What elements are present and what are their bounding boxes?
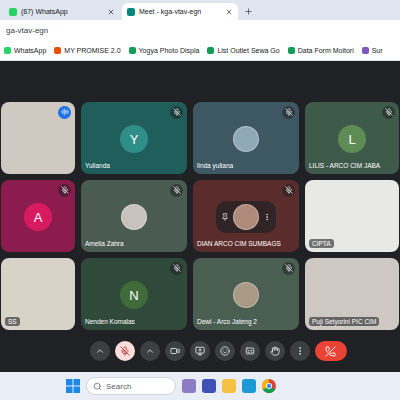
chevron-up-icon xyxy=(145,346,155,356)
participant-name: DIAN ARCO CIM SUMBAGS xyxy=(197,240,281,247)
participant-name: Yulianda xyxy=(85,162,110,169)
audio-options-button[interactable] xyxy=(90,341,110,361)
bookmark-icon xyxy=(362,47,369,54)
participant-tile[interactable]: linda yuliana xyxy=(193,102,299,174)
bookmark[interactable]: Data Form Moitori xyxy=(288,47,354,54)
raise-hand-button[interactable] xyxy=(265,341,285,361)
hand-icon xyxy=(270,346,280,356)
bookmark-icon xyxy=(4,47,11,54)
bookmark-icon xyxy=(54,47,61,54)
microphone-button[interactable] xyxy=(115,341,135,361)
more-icon[interactable] xyxy=(263,213,271,221)
initial-avatar: N xyxy=(120,281,148,309)
tab-favicon-icon xyxy=(127,8,135,16)
copilot-icon[interactable] xyxy=(182,379,196,393)
profile-avatar xyxy=(233,126,259,152)
video-options-button[interactable] xyxy=(140,341,160,361)
participant-name: CIPTA xyxy=(309,239,334,248)
participant-grid: Y Yulianda linda yuliana L LILIS - ARCO CIM … xyxy=(1,102,399,330)
initial-avatar: A xyxy=(24,203,52,231)
camera-icon xyxy=(170,346,180,356)
participant-name: Dewi - Arco Jateng 2 xyxy=(197,318,257,325)
participant-tile[interactable]: A xyxy=(1,180,75,252)
participant-name: Puji Setyorini PIC CIM xyxy=(309,317,379,326)
participant-name: Amelia Zahra xyxy=(85,240,124,247)
pin-icon[interactable] xyxy=(221,213,229,221)
new-tab-button[interactable] xyxy=(240,3,256,20)
bookmark[interactable]: Yogya Photo Displa xyxy=(129,47,200,54)
participant-name: linda yuliana xyxy=(197,162,233,169)
tab-favicon-icon xyxy=(9,8,17,16)
captions-icon xyxy=(245,346,255,356)
taskbar-search[interactable]: Search xyxy=(86,377,176,395)
control-bar xyxy=(1,330,399,372)
bookmark[interactable]: Sur xyxy=(362,47,383,54)
more-icon xyxy=(295,346,305,356)
participant-tile[interactable]: Dewi - Arco Jateng 2 xyxy=(193,258,299,330)
muted-mic-icon xyxy=(282,106,295,119)
bookmark[interactable]: WhatsApp xyxy=(4,47,46,54)
search-icon xyxy=(93,382,102,391)
mic-off-icon xyxy=(120,346,130,356)
present-button[interactable] xyxy=(190,341,210,361)
participant-name: LILIS - ARCO CIM JABA xyxy=(309,162,380,169)
participant-name: Nenden Komalas xyxy=(85,318,135,325)
browser-tab[interactable]: Meet - kga-vtav-egn xyxy=(122,3,238,20)
bookmark-icon xyxy=(207,47,214,54)
end-call-icon xyxy=(325,346,336,357)
muted-mic-icon xyxy=(282,262,295,275)
screen: (87) WhatsAppMeet - kga-vtav-egn ga-vtav-… xyxy=(0,0,400,400)
participant-tile[interactable]: DIAN ARCO CIM SUMBAGS xyxy=(193,180,299,252)
plus-icon xyxy=(244,7,253,16)
chevron-up-icon xyxy=(95,346,105,356)
tab-bar: (87) WhatsAppMeet - kga-vtav-egn xyxy=(0,0,400,20)
muted-mic-icon xyxy=(282,184,295,197)
bookmark-icon xyxy=(129,47,136,54)
participant-tile[interactable]: L LILIS - ARCO CIM JABA xyxy=(305,102,399,174)
file-explorer-icon[interactable] xyxy=(222,379,236,393)
more-button[interactable] xyxy=(290,341,310,361)
address-bar[interactable]: ga-vtav-egn xyxy=(0,20,400,40)
initial-avatar: L xyxy=(338,125,366,153)
meet-area: Y Yulianda linda yuliana L LILIS - ARCO CIM … xyxy=(0,61,400,372)
initial-avatar: Y xyxy=(120,125,148,153)
end-call-button[interactable] xyxy=(315,341,347,361)
windows-logo-icon[interactable] xyxy=(66,379,80,393)
muted-mic-icon xyxy=(170,262,183,275)
participant-tile[interactable]: N Nenden Komalas xyxy=(81,258,187,330)
close-tab-icon[interactable] xyxy=(225,8,233,16)
close-tab-icon[interactable] xyxy=(107,8,115,16)
address-text[interactable]: ga-vtav-egn xyxy=(6,26,48,35)
bookmark-bar: WhatsApp MY PROMISE 2.0 Yogya Photo Displa… xyxy=(0,40,400,61)
participant-tile[interactable]: SS xyxy=(1,258,75,330)
participant-tile[interactable]: CIPTA xyxy=(305,180,399,252)
edge-icon[interactable] xyxy=(242,379,256,393)
browser-tab[interactable]: (87) WhatsApp xyxy=(4,3,120,20)
participant-tile[interactable]: Y Yulianda xyxy=(81,102,187,174)
present-icon xyxy=(195,346,205,356)
smile-icon xyxy=(220,346,230,356)
taskbar: Search xyxy=(0,372,400,400)
profile-avatar xyxy=(233,282,259,308)
muted-mic-icon xyxy=(170,106,183,119)
speaking-icon xyxy=(58,106,71,119)
bookmark-icon xyxy=(288,47,295,54)
muted-mic-icon xyxy=(382,106,395,119)
profile-avatar xyxy=(121,204,147,230)
muted-mic-icon xyxy=(58,184,71,197)
participant-name: SS xyxy=(5,317,20,326)
captions-button[interactable] xyxy=(240,341,260,361)
chrome-icon[interactable] xyxy=(262,379,276,393)
bookmark[interactable]: MY PROMISE 2.0 xyxy=(54,47,120,54)
bookmark[interactable]: List Outlet Sewa Go xyxy=(207,47,279,54)
participant-tile[interactable]: Puji Setyorini PIC CIM xyxy=(305,258,399,330)
profile-avatar xyxy=(233,204,259,230)
reaction-button[interactable] xyxy=(215,341,235,361)
participant-tile[interactable]: Amelia Zahra xyxy=(81,180,187,252)
participant-tile[interactable] xyxy=(1,102,75,174)
task-view-icon[interactable] xyxy=(202,379,216,393)
muted-mic-icon xyxy=(170,184,183,197)
camera-button[interactable] xyxy=(165,341,185,361)
pin-overlay[interactable] xyxy=(216,201,276,233)
